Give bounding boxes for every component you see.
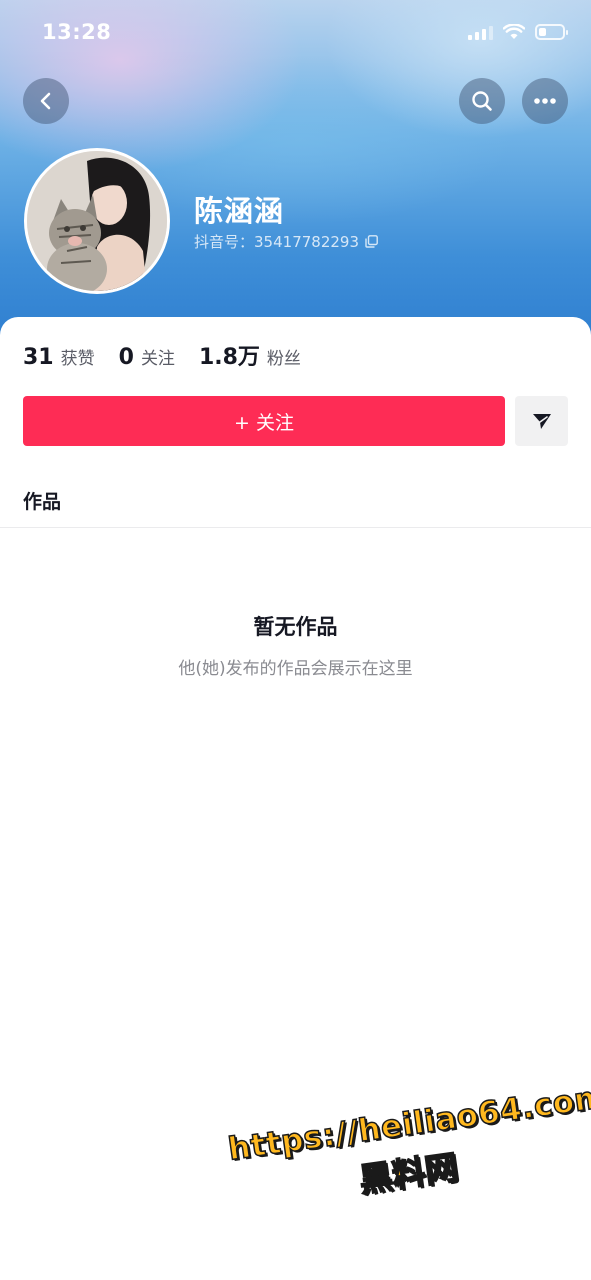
stat-label: 获赞: [60, 349, 95, 369]
more-button[interactable]: [522, 78, 568, 124]
search-icon: [472, 91, 492, 111]
tab-divider: [0, 527, 591, 528]
search-button[interactable]: [459, 78, 505, 124]
stats-row: 31 获赞 0 关注 1.8万 粉丝: [23, 339, 325, 371]
chevron-left-icon: [40, 92, 51, 110]
tab-works[interactable]: 作品: [23, 487, 61, 514]
empty-state-title: 暂无作品: [253, 615, 338, 639]
send-icon: [532, 414, 551, 429]
follow-button[interactable]: + 关注: [23, 396, 505, 446]
stat-value: 31: [23, 345, 54, 370]
back-button[interactable]: [23, 78, 69, 124]
douyin-id-value: 35417782293: [254, 232, 359, 251]
avatar-photo: [27, 151, 167, 291]
copy-icon[interactable]: [365, 235, 378, 248]
profile-page: 13:28 陈涵涵 抖音号： 35417782293 31 获赞 0 关注 1.…: [0, 0, 591, 1280]
douyin-id-label: 抖音号：: [194, 233, 255, 251]
stat-value: 0: [118, 345, 134, 370]
battery-icon: [535, 24, 568, 40]
wifi-icon: [503, 24, 525, 39]
stat-followers[interactable]: 1.8万 粉丝: [199, 339, 301, 371]
stat-label: 粉丝: [266, 349, 301, 369]
empty-state-subtitle: 他(她)发布的作品会展示在这里: [178, 659, 413, 679]
status-icons: [468, 24, 568, 40]
share-button[interactable]: [515, 396, 568, 446]
stat-value: 1.8万: [198, 345, 260, 370]
status-bar: 13:28: [0, 0, 591, 70]
stat-following[interactable]: 0 关注: [119, 344, 175, 370]
cellular-signal-icon: [468, 24, 493, 40]
douyin-id-row[interactable]: 抖音号： 35417782293: [194, 231, 378, 252]
status-time: 13:28: [42, 20, 112, 44]
profile-name: 陈涵涵: [194, 194, 285, 228]
battery-level: [539, 28, 546, 36]
more-horizontal-icon: [534, 98, 556, 104]
avatar[interactable]: [24, 148, 170, 294]
stat-label: 关注: [140, 349, 175, 369]
stat-likes[interactable]: 31 获赞: [23, 344, 95, 370]
